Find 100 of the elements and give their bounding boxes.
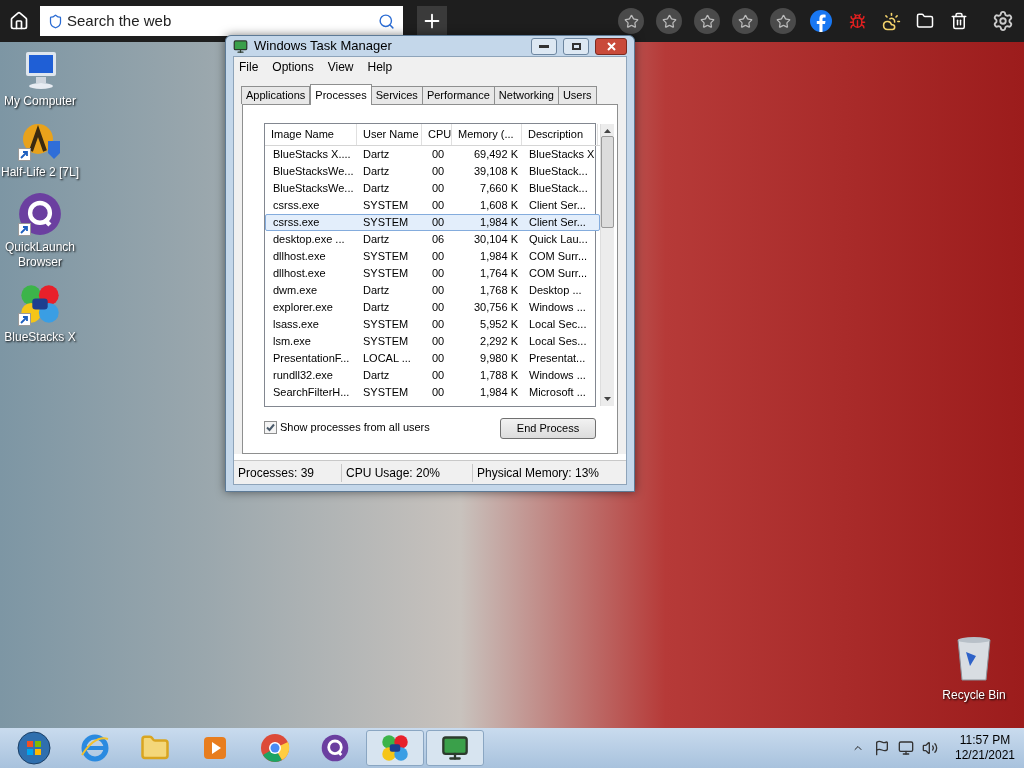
facebook-logo	[816, 14, 826, 32]
table-cell-text: 00	[430, 249, 446, 265]
tab[interactable]: Processes	[310, 84, 372, 105]
star-icon	[623, 13, 639, 29]
menu-item[interactable]: Options	[272, 58, 314, 76]
menu-item[interactable]: View	[327, 58, 354, 76]
table-cell-text: 5,952 K	[479, 317, 519, 333]
close-button[interactable]	[595, 37, 627, 55]
bug-icon	[848, 12, 866, 30]
status-text: Processes: 39	[234, 463, 342, 482]
checkbox[interactable]	[264, 420, 277, 434]
table-cell-text: SYSTEM	[362, 317, 410, 333]
table-cell-text: 9,980 K	[479, 351, 519, 367]
minimize-button[interactable]	[531, 37, 557, 55]
scrollbar-thumb[interactable]	[601, 136, 614, 228]
table-cell-text: SYSTEM	[362, 215, 410, 231]
volume-icon[interactable]	[922, 740, 938, 756]
table-cell-text: SYSTEM	[362, 198, 410, 214]
table-row[interactable]: PresentationF... LOCAL ... 00 9,980 K Presentat...	[265, 350, 600, 367]
tab[interactable]: Networking	[493, 86, 559, 104]
table-row[interactable]: csrss.exe SYSTEM 00 1,984 K Client Ser...	[265, 214, 600, 231]
tab[interactable]: Applications	[241, 86, 311, 104]
column-header[interactable]: Description	[522, 124, 598, 145]
tab[interactable]: Services	[370, 86, 423, 104]
weather-icon	[881, 11, 901, 31]
table-row[interactable]: lsass.exe SYSTEM 00 5,952 K Local Sec...	[265, 316, 600, 333]
scroll-down-icon	[604, 397, 611, 401]
table-row[interactable]: rundll32.exe Dartz 00 1,788 K Windows ...	[265, 367, 600, 384]
favorite-button[interactable]	[694, 8, 720, 34]
table-cell-text: 1,984 K	[479, 215, 519, 231]
table-row[interactable]: BlueStacksWe... Dartz 00 39,108 K BlueStack...	[265, 163, 600, 180]
table-cell-text: 00	[430, 147, 446, 163]
table-cell-text: SYSTEM	[362, 266, 410, 282]
flag-icon[interactable]	[874, 740, 890, 756]
checkbox-label: Show processes from all users	[280, 419, 430, 435]
new-tab-button[interactable]	[417, 6, 447, 36]
table-row[interactable]: BlueStacksWe... Dartz 00 7,660 K BlueStack...	[265, 180, 600, 197]
table-row[interactable]: BlueStacks X.... Dartz 00 69,492 K BlueStacks X	[265, 146, 600, 163]
table-cell-text: rundll32.exe	[272, 368, 334, 384]
table-row[interactable]: lsm.exe SYSTEM 00 2,292 K Local Ses...	[265, 333, 600, 350]
status-text: CPU Usage: 20%	[342, 463, 473, 482]
app-icon	[380, 733, 410, 763]
column-header[interactable]: Memory (...	[452, 124, 522, 145]
tab[interactable]: Performance	[421, 86, 495, 104]
chrome-icon	[260, 733, 290, 763]
table-row[interactable]: dwm.exe Dartz 00 1,768 K Desktop ...	[265, 282, 600, 299]
favorite-button[interactable]	[618, 8, 644, 34]
table-row[interactable]: csrss.exe SYSTEM 00 1,608 K Client Ser...	[265, 197, 600, 214]
favorite-button[interactable]	[732, 8, 758, 34]
table-cell-text: lsass.exe	[272, 317, 320, 333]
table-cell-text: desktop.exe ...	[272, 232, 346, 248]
column-header[interactable]: Image Name	[265, 124, 357, 145]
table-cell-text: 00	[430, 215, 446, 231]
table-cell-text: 1,984 K	[479, 385, 519, 401]
table-row[interactable]: desktop.exe ... Dartz 06 30,104 K Quick Lau...	[265, 231, 600, 248]
table-cell-text: 1,764 K	[479, 266, 519, 282]
table-cell-text: BlueStacks X....	[272, 147, 352, 163]
browser-icon	[18, 192, 62, 236]
menu-item[interactable]: File	[239, 58, 259, 76]
clock[interactable]: 11:57 PM 12/21/2021	[950, 733, 1020, 763]
table-row[interactable]: SearchFilterH... SYSTEM 00 1,984 K Microsoft ...	[265, 384, 600, 401]
maximize-button[interactable]	[563, 37, 589, 55]
taskbar-button[interactable]	[426, 730, 484, 766]
column-header[interactable]: User Name	[357, 124, 422, 145]
table-cell-text: Desktop ...	[528, 283, 583, 299]
menu-item[interactable]: Help	[367, 58, 393, 76]
favorite-button[interactable]	[656, 8, 682, 34]
desktop-icon-label[interactable]: Recycle Bin	[942, 686, 1006, 704]
window-title: Windows Task Manager	[254, 37, 392, 56]
column-header[interactable]: CPU	[422, 124, 452, 145]
table-row[interactable]: dllhost.exe SYSTEM 00 1,984 K COM Surr...	[265, 248, 600, 265]
table-cell-text: 00	[430, 198, 446, 214]
table-cell-text: COM Surr...	[528, 266, 589, 282]
end-process-button[interactable]: End Process	[500, 418, 596, 439]
table-cell-text: csrss.exe	[272, 198, 321, 214]
table-cell-text: dllhost.exe	[272, 249, 327, 265]
table-cell-text: BlueStacksWe...	[272, 181, 355, 197]
search-field[interactable]: Search the web	[67, 9, 374, 33]
app-icon	[18, 282, 62, 326]
search-bar[interactable]: Search the web	[40, 6, 403, 36]
table-cell-text: 30,756 K	[472, 300, 519, 316]
table-cell-text: 1,984 K	[479, 249, 519, 265]
table-cell-text: Quick Lau...	[528, 232, 589, 248]
clock-date: 12/21/2021	[954, 748, 1016, 763]
table-cell-text: lsm.exe	[272, 334, 312, 350]
table-cell-text: COM Surr...	[528, 249, 589, 265]
table-cell-text: SYSTEM	[362, 334, 410, 350]
table-cell-text: 00	[430, 351, 446, 367]
table-cell-text: csrss.exe	[272, 215, 321, 231]
table-row[interactable]: explorer.exe Dartz 00 30,756 K Windows ...	[265, 299, 600, 316]
scrollbar[interactable]	[600, 124, 614, 406]
shield-icon	[48, 13, 63, 29]
favorite-button[interactable]	[770, 8, 796, 34]
facebook-button[interactable]	[810, 10, 832, 32]
table-cell-text: Local Ses...	[528, 334, 588, 350]
tab[interactable]: Users	[557, 86, 597, 104]
table-row[interactable]: dllhost.exe SYSTEM 00 1,764 K COM Surr...	[265, 265, 600, 282]
star-icon	[775, 13, 791, 29]
search-icon	[378, 12, 395, 30]
taskbar-button[interactable]	[366, 730, 424, 766]
